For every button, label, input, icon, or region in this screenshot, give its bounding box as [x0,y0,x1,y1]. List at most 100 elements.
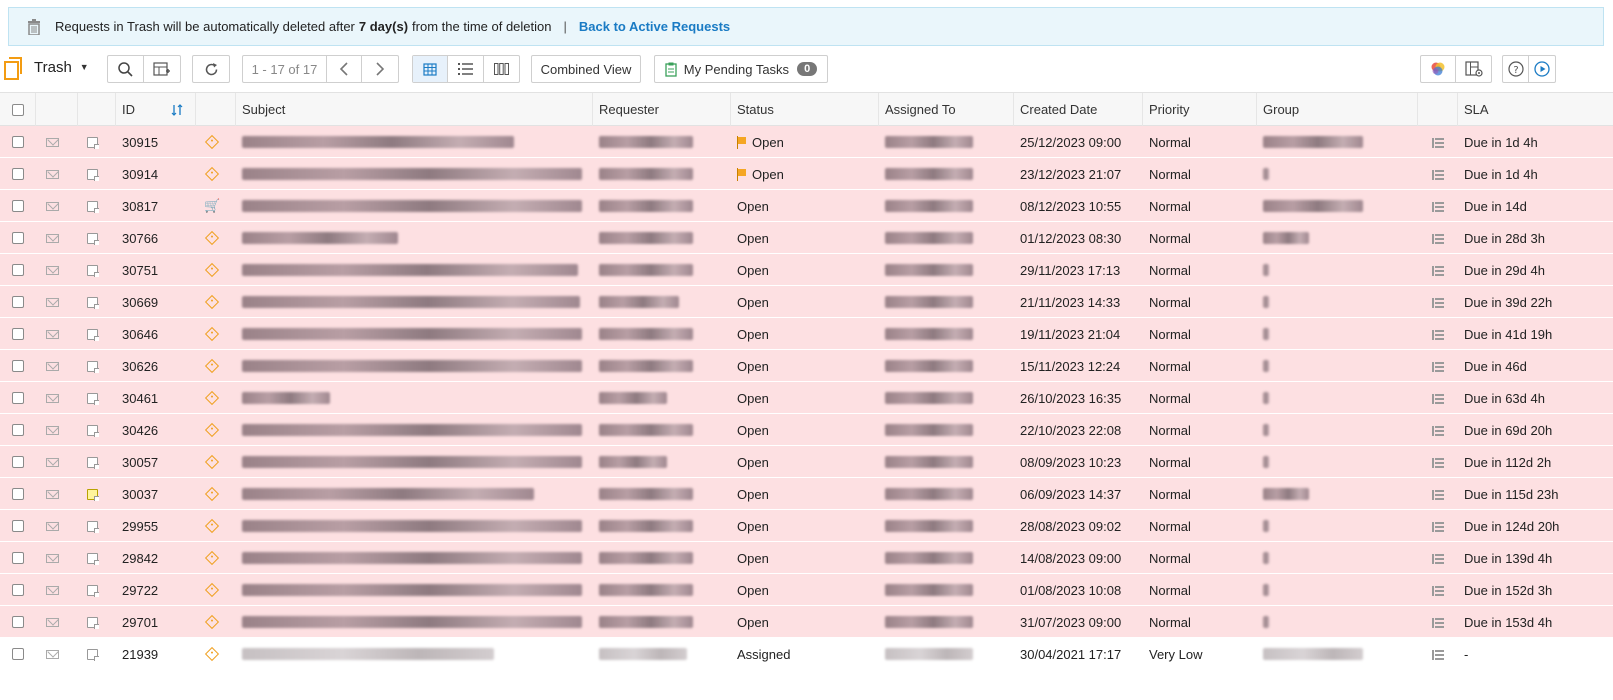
row-checkbox[interactable] [12,424,24,436]
mail-icon[interactable] [46,361,59,371]
priority-value[interactable]: Very Low [1149,647,1202,662]
subject-redacted[interactable] [242,552,582,564]
notes-icon[interactable] [87,232,99,245]
status-value[interactable]: Open [737,423,769,438]
tasks-list-icon[interactable] [1432,649,1444,660]
assignee-redacted[interactable] [885,200,973,212]
row-checkbox[interactable] [12,456,24,468]
subject-redacted[interactable] [242,648,494,660]
priority-value[interactable]: Normal [1149,263,1191,278]
priority-value[interactable]: Normal [1149,455,1191,470]
notes-icon[interactable] [87,424,99,437]
color-legend-button[interactable] [1421,56,1457,82]
status-value[interactable]: Open [737,615,769,630]
notes-icon[interactable] [87,296,99,309]
table-row[interactable]: 30669 Open 21/11/2023 14:33 Normal Due i… [0,286,1613,318]
layout-settings-button[interactable] [1456,56,1491,82]
notes-icon[interactable] [87,168,99,181]
mail-icon[interactable] [46,457,59,467]
mail-icon[interactable] [46,169,59,179]
table-row[interactable]: 29701 Open 31/07/2023 09:00 Normal Due i… [0,606,1613,638]
row-checkbox[interactable] [12,392,24,404]
subject-redacted[interactable] [242,200,582,212]
priority-value[interactable]: Normal [1149,359,1191,374]
table-row[interactable]: 30626 Open 15/11/2023 12:24 Normal Due i… [0,350,1613,382]
search-button[interactable] [108,56,144,82]
tasks-list-icon[interactable] [1432,137,1444,148]
row-checkbox[interactable] [12,168,24,180]
notes-icon[interactable] [87,392,99,405]
status-value[interactable]: Open [752,167,784,182]
mail-icon[interactable] [46,521,59,531]
assignee-redacted[interactable] [885,232,973,244]
next-page-button[interactable] [362,56,398,82]
row-checkbox[interactable] [12,488,24,500]
subject-redacted[interactable] [242,264,578,276]
request-id[interactable]: 30461 [122,391,158,406]
subject-redacted[interactable] [242,328,582,340]
status-value[interactable]: Open [737,199,769,214]
tasks-list-icon[interactable] [1432,617,1444,628]
table-row[interactable]: 30915 Open 25/12/2023 09:00 Normal Due i… [0,126,1613,158]
request-id[interactable]: 30914 [122,167,158,182]
request-id[interactable]: 30057 [122,455,158,470]
mail-icon[interactable] [46,393,59,403]
assignee-redacted[interactable] [885,360,973,372]
subject-redacted[interactable] [242,520,582,532]
notes-icon[interactable] [87,488,99,501]
tasks-list-icon[interactable] [1432,585,1444,596]
status-value[interactable]: Open [737,359,769,374]
priority-value[interactable]: Normal [1149,327,1191,342]
row-checkbox[interactable] [12,328,24,340]
status-value[interactable]: Open [737,519,769,534]
notes-icon[interactable] [87,648,99,661]
status-value[interactable]: Open [737,295,769,310]
notes-icon[interactable] [87,456,99,469]
view-selector[interactable]: Trash ▼ [4,57,89,80]
subject-redacted[interactable] [242,456,582,468]
priority-value[interactable]: Normal [1149,231,1191,246]
assignee-redacted[interactable] [885,328,973,340]
row-checkbox[interactable] [12,232,24,244]
notes-icon[interactable] [87,264,99,277]
priority-value[interactable]: Normal [1149,199,1191,214]
request-id[interactable]: 30817 [122,199,158,214]
priority-value[interactable]: Normal [1149,391,1191,406]
request-id[interactable]: 21939 [122,647,158,662]
assignee-redacted[interactable] [885,424,973,436]
assignee-redacted[interactable] [885,584,973,596]
tasks-list-icon[interactable] [1432,265,1444,276]
status-value[interactable]: Open [737,263,769,278]
header-status[interactable]: Status [731,93,879,126]
mail-icon[interactable] [46,617,59,627]
assignee-redacted[interactable] [885,488,973,500]
tasks-list-icon[interactable] [1432,233,1444,244]
status-value[interactable]: Open [737,487,769,502]
priority-value[interactable]: Normal [1149,615,1191,630]
priority-value[interactable]: Normal [1149,487,1191,502]
subject-redacted[interactable] [242,616,582,628]
assignee-redacted[interactable] [885,136,973,148]
status-value[interactable]: Open [737,391,769,406]
table-row[interactable]: 30766 Open 01/12/2023 08:30 Normal Due i… [0,222,1613,254]
row-checkbox[interactable] [12,648,24,660]
table-row[interactable]: 30037 Open 06/09/2023 14:37 Normal Due i… [0,478,1613,510]
header-requester[interactable]: Requester [593,93,731,126]
header-sla[interactable]: SLA [1458,93,1613,126]
table-row[interactable]: 30057 Open 08/09/2023 10:23 Normal Due i… [0,446,1613,478]
request-id[interactable]: 30037 [122,487,158,502]
refresh-button[interactable] [192,55,230,83]
request-id[interactable]: 30426 [122,423,158,438]
request-id[interactable]: 29842 [122,551,158,566]
table-row[interactable]: 29722 Open 01/08/2023 10:08 Normal Due i… [0,574,1613,606]
assignee-redacted[interactable] [885,296,973,308]
subject-redacted[interactable] [242,296,580,308]
priority-value[interactable]: Normal [1149,135,1191,150]
tasks-list-icon[interactable] [1432,169,1444,180]
row-checkbox[interactable] [12,200,24,212]
notes-icon[interactable] [87,328,99,341]
notes-icon[interactable] [87,200,99,213]
request-id[interactable]: 30669 [122,295,158,310]
back-to-active-requests-link[interactable]: Back to Active Requests [579,19,730,34]
assignee-redacted[interactable] [885,648,973,660]
